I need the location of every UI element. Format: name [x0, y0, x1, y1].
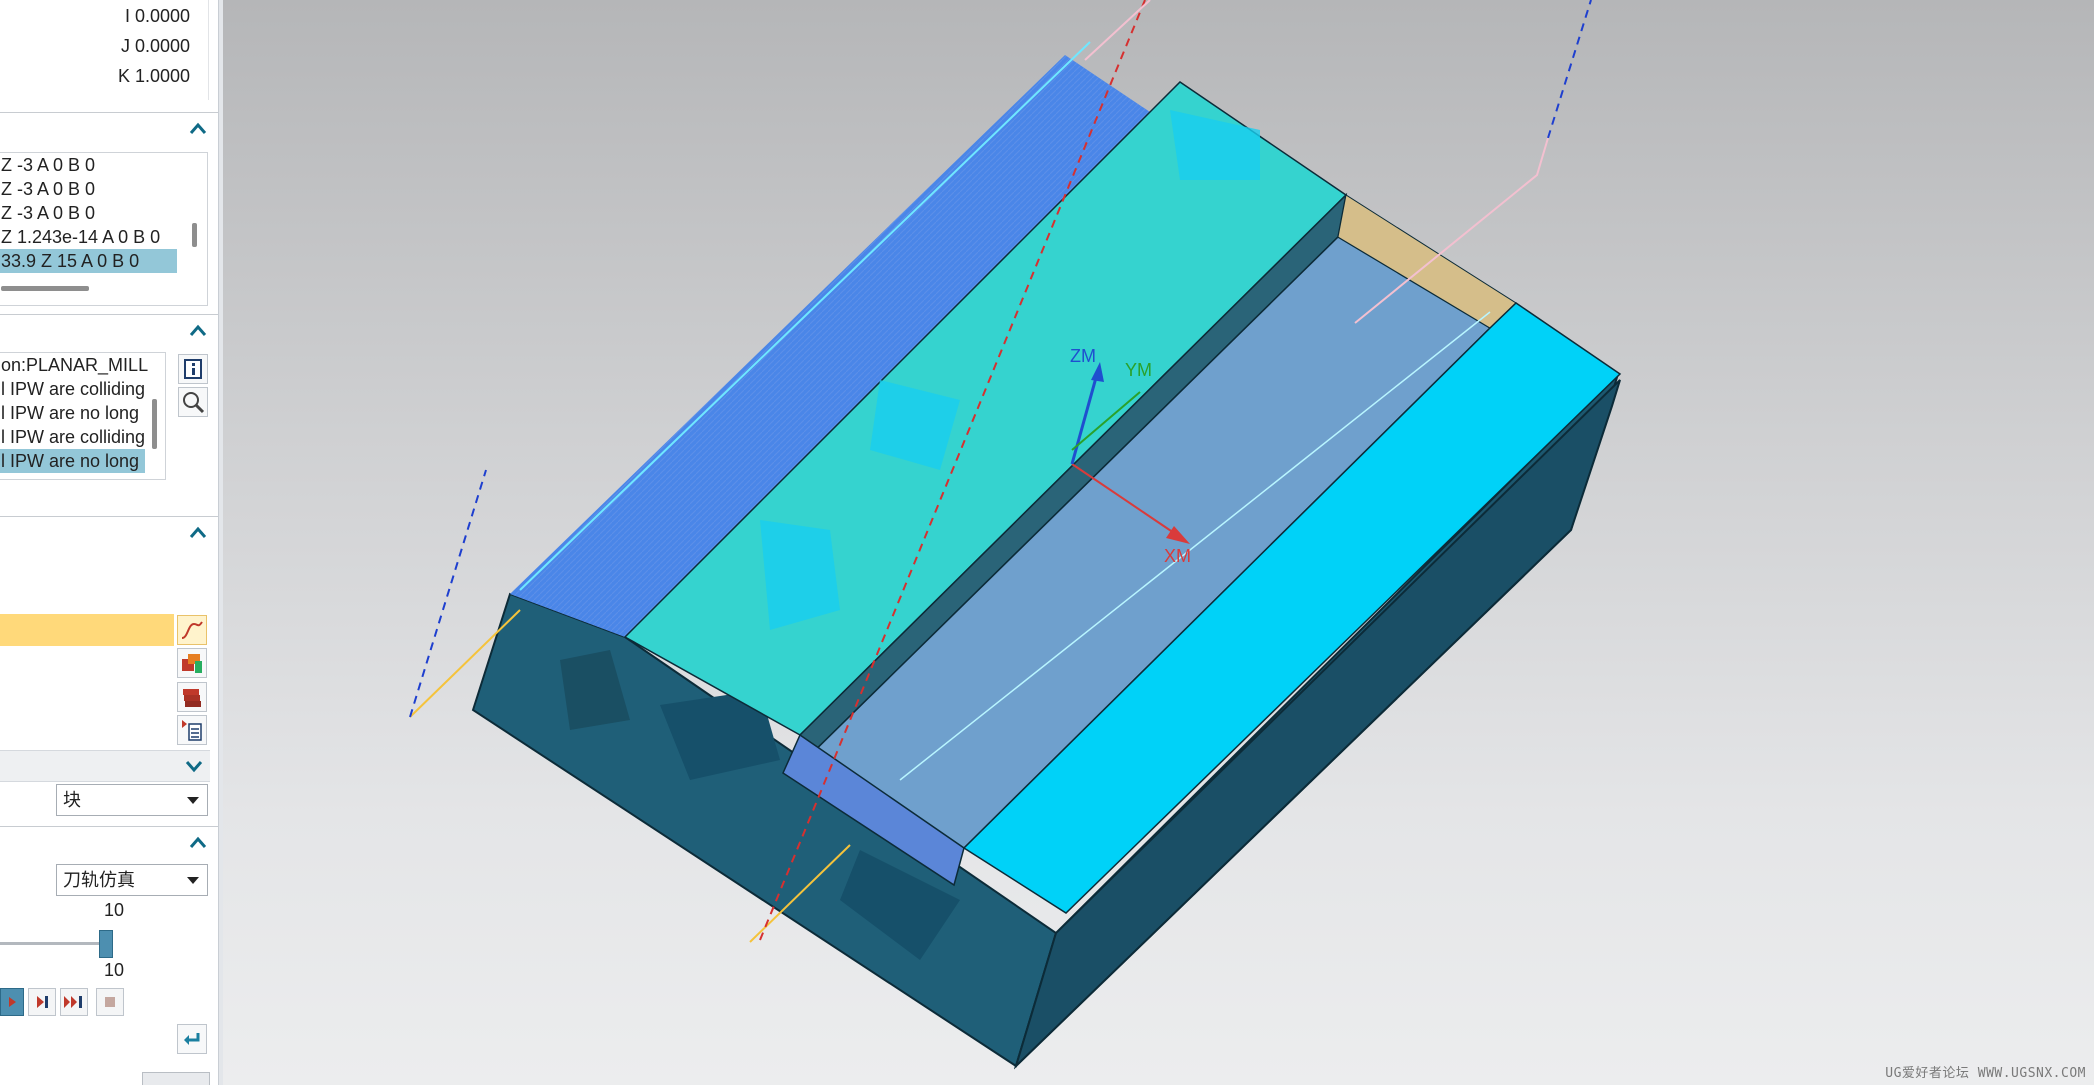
vector-section: I 0.0000 J 0.0000 K 1.0000 [0, 0, 209, 100]
part-model-view[interactable] [223, 0, 2094, 1085]
operation-dialog-panel: I 0.0000 J 0.0000 K 1.0000 Z -3 A 0 B 0 … [0, 0, 218, 1085]
floor-shade-patch [1170, 110, 1260, 180]
list-horizontal-scrollbar[interactable] [1, 286, 89, 291]
axis-zm-label: ZM [1070, 346, 1096, 366]
chevron-down-icon[interactable] [184, 756, 204, 776]
information-button[interactable] [178, 354, 208, 384]
toolpath-retract-line [1084, 0, 1151, 61]
chevron-up-icon[interactable] [188, 523, 208, 543]
ipw-resolution-dropdown[interactable]: 块 [56, 784, 208, 816]
magnifier-icon [183, 392, 205, 414]
stop-icon [105, 997, 115, 1007]
stop-button[interactable] [96, 988, 124, 1016]
curve-icon [181, 621, 203, 639]
list-item[interactable]: on:PLANAR_MILL [0, 353, 165, 377]
play-icon [9, 997, 16, 1007]
report-list-icon [182, 720, 202, 741]
list-item-selected[interactable]: 33.9 Z 15 A 0 B 0 [0, 249, 177, 273]
chevron-up-icon[interactable] [188, 119, 208, 139]
list-item[interactable]: Z -3 A 0 B 0 [0, 153, 207, 177]
chevron-up-icon[interactable] [188, 321, 208, 341]
fast-forward-icon [64, 996, 82, 1008]
toolpath-display-button[interactable] [177, 615, 207, 645]
simulation-mode-dropdown[interactable]: 刀轨仿真 [56, 864, 208, 896]
colored-blocks-icon [182, 654, 202, 673]
dropdown-arrow-icon [187, 797, 199, 804]
watermark-text: UG爱好者论坛 WWW.UGSNX.COM [1885, 1066, 2086, 1081]
display-section-header[interactable] [0, 516, 218, 551]
step-forward-icon [37, 996, 48, 1008]
points-listbox[interactable]: Z -3 A 0 B 0 Z -3 A 0 B 0 Z -3 A 0 B 0 Z… [0, 152, 208, 306]
animation-section-header[interactable] [0, 826, 218, 861]
graphics-viewport[interactable]: ZM YM XM UG爱好者论坛 WWW.UGSNX.COM [223, 0, 2094, 1085]
messages-section-header[interactable] [0, 314, 218, 349]
dropdown-value: 块 [63, 790, 81, 810]
return-arrow-icon [184, 1033, 200, 1045]
play-forward-button[interactable] [0, 988, 24, 1016]
list-item[interactable]: Z 1.243e-14 A 0 B 0 [0, 225, 207, 249]
list-item[interactable]: Z -3 A 0 B 0 [0, 177, 207, 201]
list-item[interactable]: l IPW are no long [0, 401, 165, 425]
vector-k-value: K 1.0000 [117, 66, 190, 86]
messages-listbox[interactable]: on:PLANAR_MILL l IPW are colliding l IPW… [0, 352, 166, 480]
speed-slider-track [0, 942, 106, 945]
axis-xm-label: XM [1164, 546, 1191, 566]
display-row-highlighted[interactable] [0, 614, 174, 646]
chevron-up-icon[interactable] [188, 833, 208, 853]
bottom-button-edge[interactable] [142, 1072, 210, 1085]
dropdown-value: 刀轨仿真 [63, 870, 135, 890]
reset-button[interactable] [177, 1024, 207, 1054]
ipw-color-button[interactable] [177, 648, 207, 678]
step-forward-button[interactable] [28, 988, 56, 1016]
list-item[interactable]: l IPW are colliding [0, 377, 165, 401]
speed-slider-thumb[interactable] [99, 930, 113, 958]
vector-j-value: J 0.0000 [120, 36, 190, 56]
list-item[interactable]: Z -3 A 0 B 0 [0, 201, 207, 225]
collapsed-section-header[interactable] [0, 750, 210, 782]
speed-top-value: 10 [104, 900, 125, 920]
speed-bottom-value: 10 [104, 960, 125, 980]
ipw-layers-button[interactable] [177, 682, 207, 712]
stacked-blocks-icon [183, 689, 201, 707]
axis-ym-label: YM [1125, 360, 1152, 380]
vector-i-value: I 0.0000 [124, 6, 190, 26]
messages-vertical-scrollbar[interactable] [152, 399, 157, 449]
points-section-header[interactable] [0, 112, 218, 147]
list-item[interactable]: l IPW are colliding [0, 425, 165, 449]
info-icon [184, 359, 202, 379]
dropdown-arrow-icon [187, 877, 199, 884]
speed-slider[interactable] [0, 930, 116, 958]
list-report-button[interactable] [177, 715, 207, 745]
list-item-selected[interactable]: l IPW are no long [0, 449, 145, 473]
next-operation-button[interactable] [60, 988, 88, 1016]
list-vertical-scrollbar[interactable] [192, 223, 197, 247]
analyze-button[interactable] [178, 387, 208, 417]
toolpath-rapid-line [1547, 0, 1592, 139]
